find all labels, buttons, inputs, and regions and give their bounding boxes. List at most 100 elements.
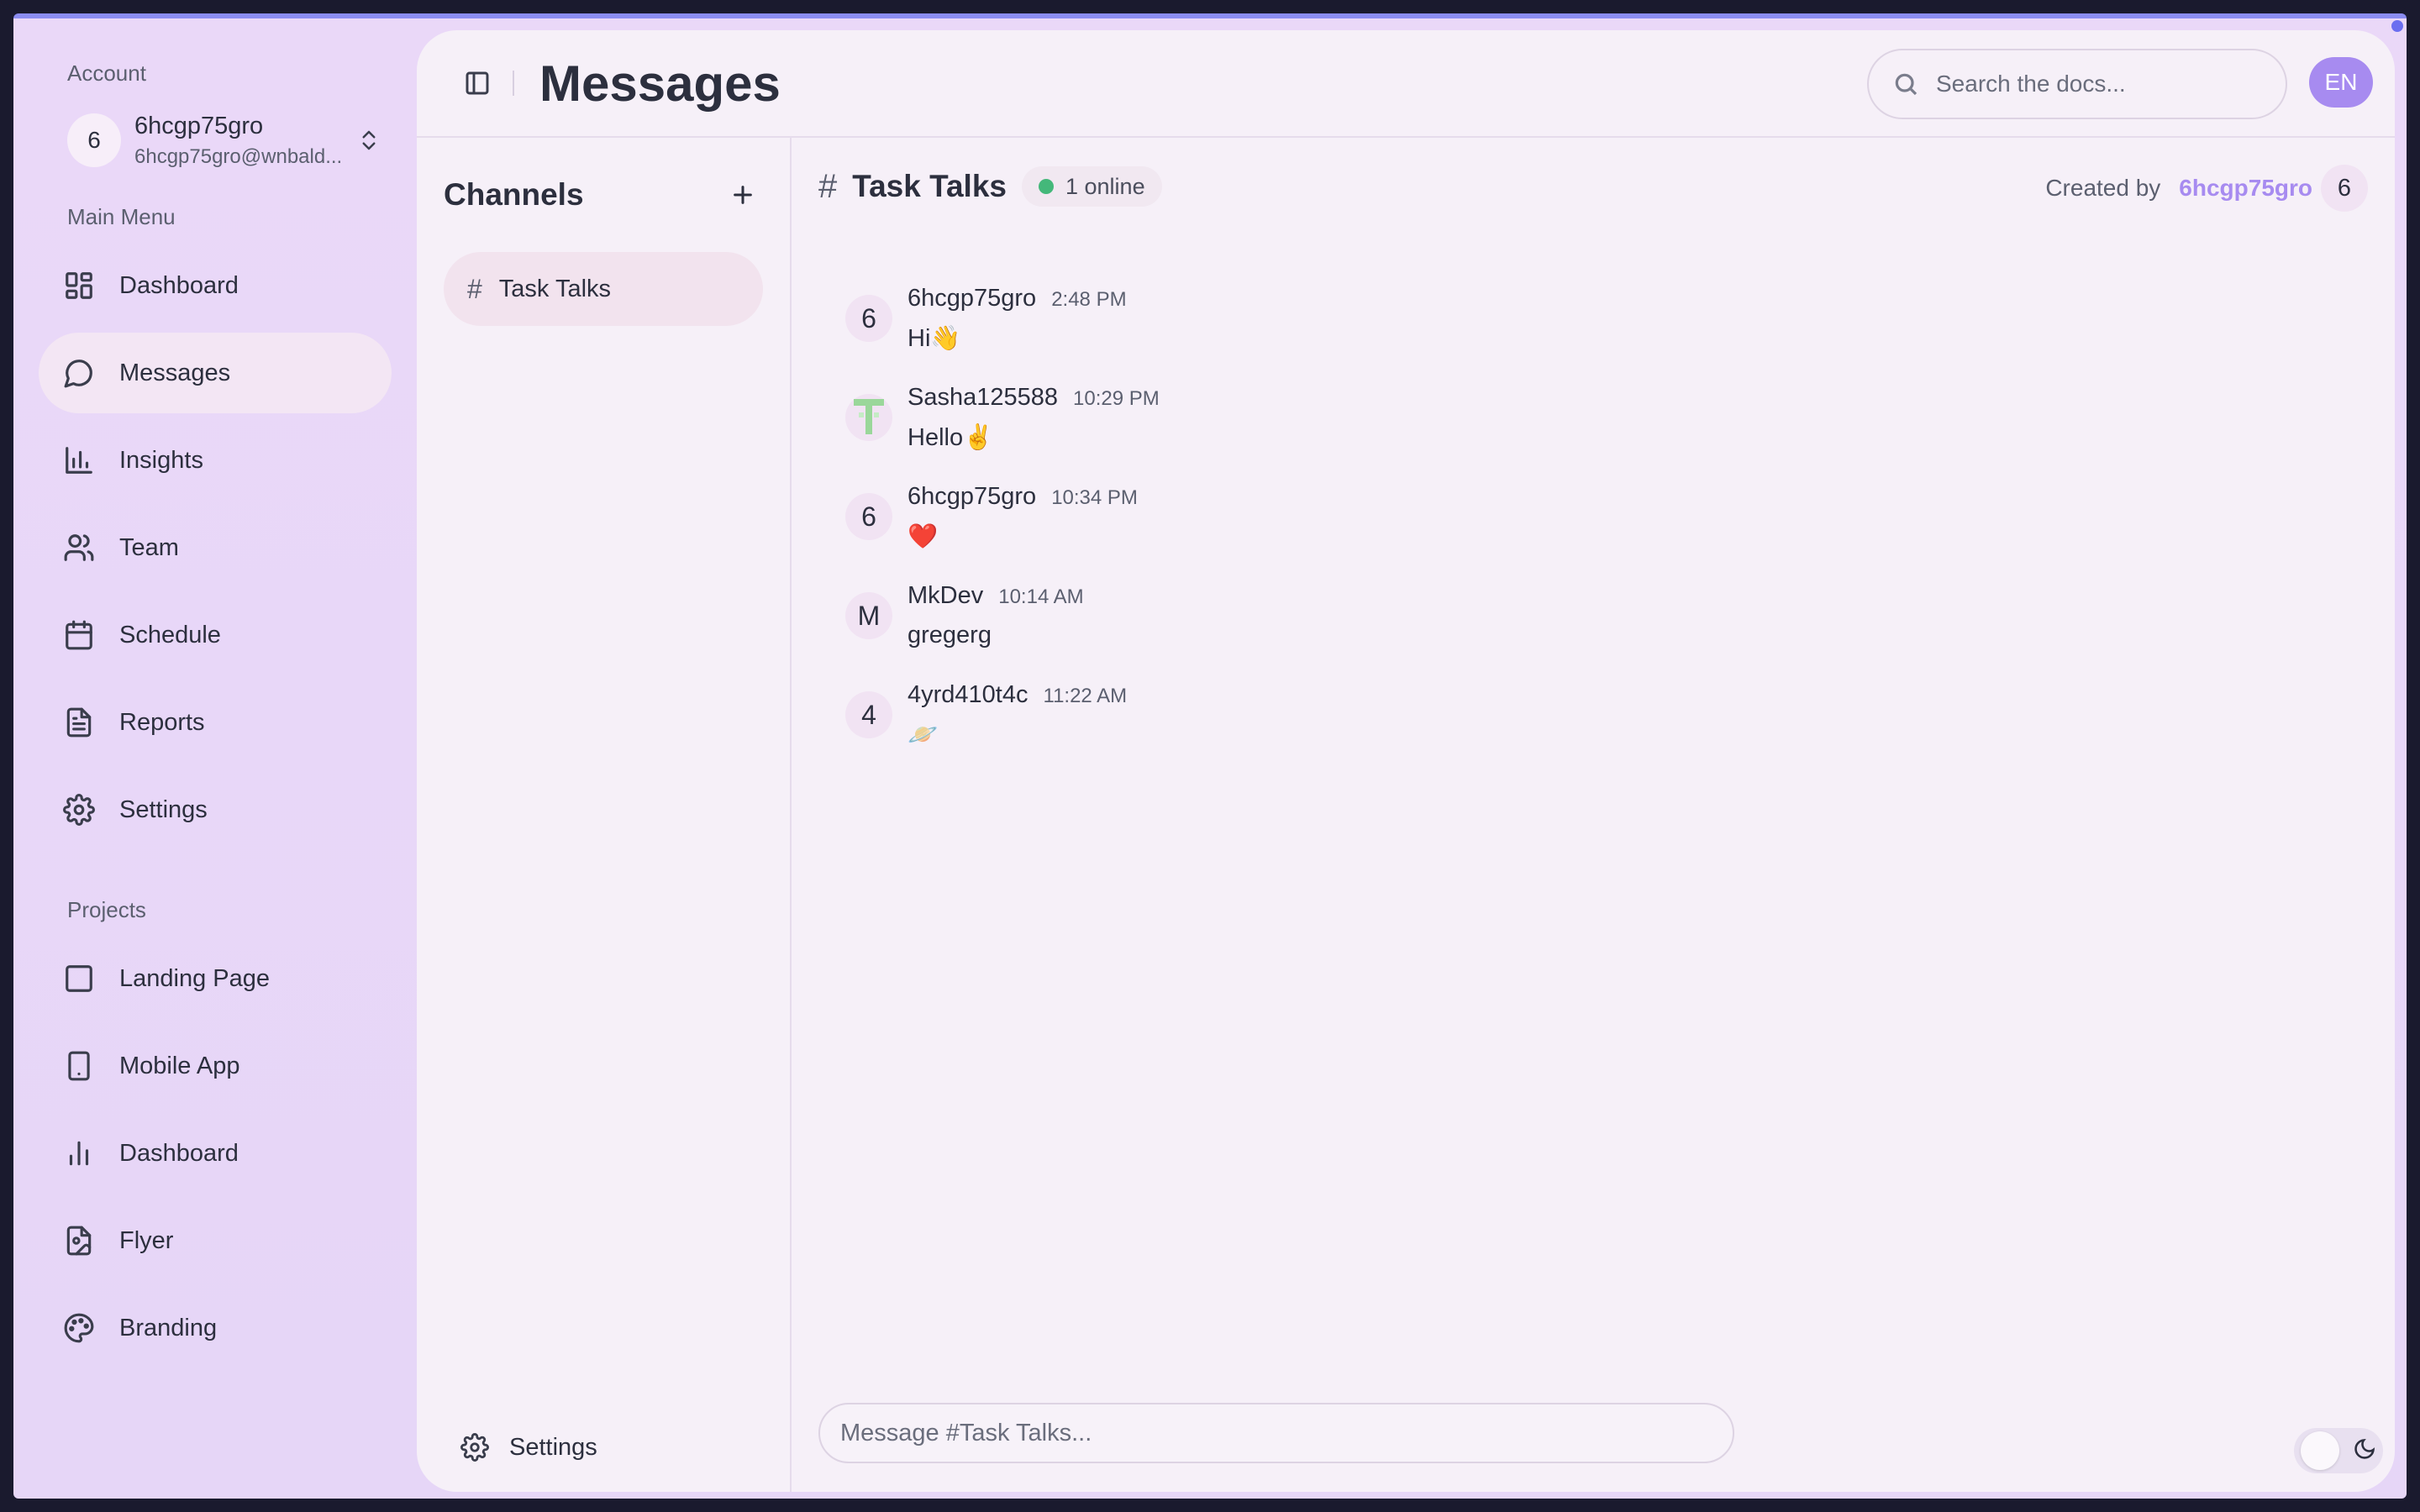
message-author: 4yrd410t4c [908, 680, 1028, 708]
file-image-icon [62, 1224, 96, 1257]
main-menu-label: Main Menu [67, 204, 176, 229]
avatar: M [845, 592, 892, 639]
sidebar-item-label: Settings [119, 795, 208, 823]
sidebar-item-schedule[interactable]: Schedule [39, 595, 392, 675]
gear-icon [460, 1433, 489, 1462]
add-channel-button[interactable] [723, 175, 763, 215]
plus-icon [734, 186, 752, 204]
language-button[interactable]: EN [2309, 57, 2373, 108]
created-by-label: Created by [2045, 175, 2161, 201]
avatar: 6 [845, 295, 892, 342]
toggle-sidebar-button[interactable] [460, 66, 494, 100]
avatar: 6 [845, 493, 892, 540]
square-icon [62, 962, 96, 995]
project-item-branding[interactable]: Branding [39, 1288, 392, 1368]
message-item: M MkDev 10:14 AM gregerg [845, 566, 2395, 665]
hash-icon: # [818, 167, 838, 205]
chat-header: # Task Talks 1 online Created by 6hcgp75… [792, 138, 2395, 235]
message-time: 10:29 PM [1073, 386, 1160, 410]
message-input[interactable] [840, 1419, 1733, 1447]
project-item-label: Mobile App [119, 1052, 240, 1079]
bar-chart-icon [62, 1137, 96, 1170]
sidebar-item-messages[interactable]: Messages [39, 333, 392, 413]
gear-icon [62, 793, 96, 827]
created-by: Created by 6hcgp75gro 6 [2045, 165, 2368, 212]
sidebar-item-label: Schedule [119, 621, 221, 648]
project-item-label: Flyer [119, 1226, 174, 1254]
message-author: 6hcgp75gro [908, 284, 1037, 312]
message-time: 10:14 AM [998, 585, 1084, 608]
project-item-landing-page[interactable]: Landing Page [39, 938, 392, 1019]
sidebar-item-reports[interactable]: Reports [39, 682, 392, 763]
channels-title: Channels [444, 177, 584, 212]
project-item-mobile-app[interactable]: Mobile App [39, 1026, 392, 1106]
search-input[interactable] [1936, 71, 2272, 97]
chat-panel: # Task Talks 1 online Created by 6hcgp75… [792, 138, 2395, 1492]
online-dot-icon [1039, 179, 1054, 194]
message-composer[interactable] [818, 1403, 1734, 1463]
theme-toggle[interactable] [2294, 1428, 2383, 1473]
top-bar: Messages EN [417, 30, 2395, 138]
search-icon [1895, 73, 1918, 96]
identicon-avatar-icon [854, 399, 884, 434]
page-title: Messages [539, 55, 781, 112]
sidebar-icon [466, 71, 489, 95]
project-item-dashboard[interactable]: Dashboard [39, 1113, 392, 1194]
creator-link[interactable]: 6hcgp75gro [2179, 175, 2312, 202]
app-window: Account 6 6hcgp75gro 6hcgp75gro@wnbald..… [13, 13, 2407, 1499]
message-text: Hi👋 [908, 324, 961, 352]
message-item: Sasha125588 10:29 PM Hello✌️ [845, 368, 2395, 467]
account-email: 6hcgp75gro@wnbald... [134, 144, 343, 168]
sidebar-item-label: Team [119, 533, 179, 561]
file-text-icon [62, 706, 96, 739]
bar-chart-icon [62, 444, 96, 477]
calendar-icon [62, 618, 96, 652]
sidebar: Account 6 6hcgp75gro 6hcgp75gro@wnbald..… [13, 18, 417, 1499]
online-count: 1 online [1065, 173, 1145, 199]
palette-icon [62, 1311, 96, 1345]
account-switcher[interactable]: 6 6hcgp75gro 6hcgp75gro@wnbald... [39, 107, 392, 174]
message-text: 🪐 [908, 721, 939, 748]
message-item: 4 4yrd410t4c 11:22 AM 🪐 [845, 665, 2395, 764]
chevrons-up-down-icon [362, 130, 376, 150]
project-item-flyer[interactable]: Flyer [39, 1200, 392, 1281]
sidebar-item-team[interactable]: Team [39, 507, 392, 588]
sidebar-item-label: Reports [119, 708, 205, 736]
phone-icon [62, 1049, 96, 1083]
sidebar-item-dashboard[interactable]: Dashboard [39, 245, 392, 326]
message-author: Sasha125588 [908, 383, 1058, 411]
message-text: gregerg [908, 622, 992, 648]
project-item-label: Dashboard [119, 1139, 239, 1167]
message-text: ❤️ [908, 522, 939, 550]
channel-item-task-talks[interactable]: # Task Talks [444, 252, 763, 326]
dashboard-icon [62, 269, 96, 302]
sidebar-item-label: Dashboard [119, 271, 239, 299]
projects-menu: Landing Page Mobile App Dashboard Flyer … [39, 938, 392, 1368]
channel-item-label: Task Talks [498, 275, 612, 302]
sidebar-item-insights[interactable]: Insights [39, 420, 392, 501]
channels-settings-button[interactable]: Settings [460, 1433, 597, 1462]
message-text: Hello✌️ [908, 423, 994, 451]
users-icon [62, 531, 96, 564]
sidebar-item-settings[interactable]: Settings [39, 769, 392, 850]
toggle-knob [2301, 1431, 2339, 1470]
hash-icon: # [467, 273, 482, 304]
message-author: 6hcgp75gro [908, 482, 1037, 510]
chat-channel-name: Task Talks [852, 169, 1007, 203]
channels-panel: Channels # Task Talks Settings [417, 138, 792, 1492]
online-badge: 1 online [1022, 166, 1162, 207]
account-section-label: Account [67, 60, 146, 86]
channels-settings-label: Settings [509, 1433, 597, 1461]
moon-icon [2353, 1437, 2376, 1465]
sidebar-item-label: Messages [119, 359, 231, 386]
search-box[interactable] [1867, 49, 2287, 119]
message-icon [62, 356, 96, 390]
avatar: 4 [845, 691, 892, 738]
sidebar-item-label: Insights [119, 446, 203, 474]
projects-label: Projects [67, 897, 146, 922]
message-time: 10:34 PM [1051, 486, 1138, 509]
creator-avatar: 6 [2321, 165, 2368, 212]
message-item: 6 6hcgp75gro 2:48 PM Hi👋 [845, 269, 2395, 368]
message-author: MkDev [908, 582, 984, 609]
message-item: 6 6hcgp75gro 10:34 PM ❤️ [845, 467, 2395, 566]
